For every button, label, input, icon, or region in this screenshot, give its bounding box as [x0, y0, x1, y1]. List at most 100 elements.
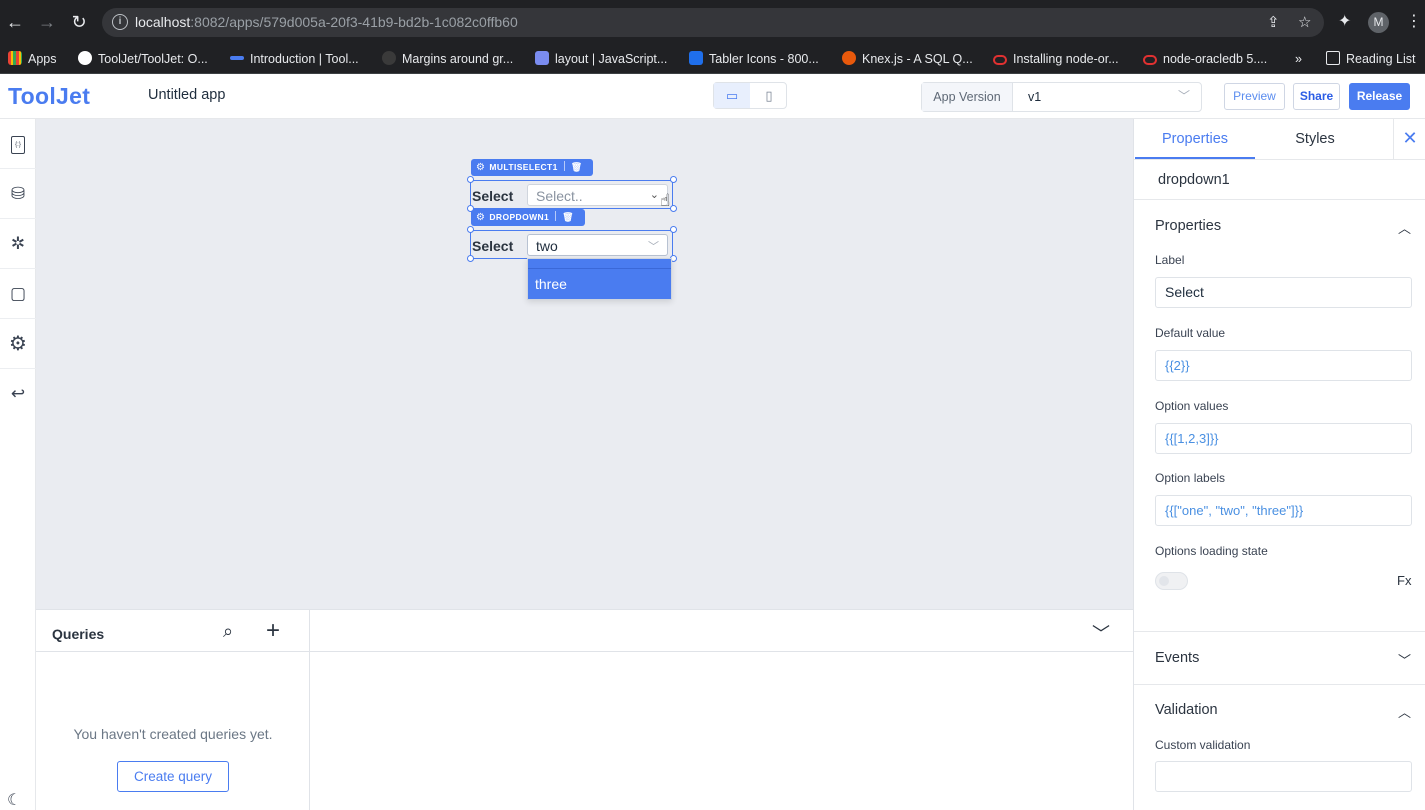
dropdown-select[interactable]: two ﹀ — [527, 234, 668, 256]
bookmark-item[interactable]: Introduction | Tool... — [230, 50, 359, 68]
loading-state-toggle[interactable] — [1155, 572, 1188, 590]
preview-button[interactable]: Preview — [1224, 83, 1285, 110]
bookmarks-bar: Apps ToolJet/ToolJet: O... Introduction … — [0, 44, 1425, 74]
component-name[interactable]: dropdown1 — [1158, 172, 1230, 188]
label-field-input[interactable]: Select — [1155, 277, 1412, 308]
dropdown-option-partial[interactable] — [528, 259, 671, 269]
chevron-down-icon[interactable]: ﹀ — [1092, 620, 1110, 646]
bookmark-apps[interactable]: Apps — [8, 50, 57, 68]
reload-icon[interactable]: ↻ — [68, 11, 90, 33]
dropdown-option[interactable]: three — [528, 269, 671, 299]
chevron-up-icon[interactable]: ︿ — [1398, 218, 1411, 237]
trash-icon[interactable]: 🗑 — [562, 212, 574, 222]
dark-mode-moon-icon[interactable]: ☾ — [7, 790, 21, 810]
multiselect-label: Select — [472, 188, 514, 204]
add-query-icon[interactable]: + — [266, 617, 280, 645]
dropdown-widget[interactable]: Select two ﹀ — [470, 230, 673, 259]
browser-menu-icon[interactable]: ⋮ — [1406, 11, 1422, 33]
apps-grid-icon — [8, 51, 22, 65]
option-labels-input[interactable]: {{["one", "two", "three"]}} — [1155, 495, 1412, 526]
tab-styles[interactable]: Styles — [1255, 119, 1375, 159]
share-page-icon[interactable]: ⇪ — [1267, 15, 1280, 31]
dropdown-menu: three — [527, 258, 672, 300]
resize-handle[interactable] — [467, 255, 474, 262]
browser-toolbar: ← → ↻ i localhost:8082/apps/579d005a-20f… — [0, 0, 1425, 44]
resize-handle[interactable] — [467, 226, 474, 233]
chevron-down-icon: ⌄ — [649, 189, 659, 201]
divider — [1134, 631, 1425, 632]
queries-panel: Queries ⌕ + You haven't created queries … — [36, 609, 1133, 810]
divider — [36, 651, 1133, 652]
chevron-up-icon[interactable]: ︿ — [1398, 702, 1411, 721]
multiselect-component-tag[interactable]: ⚙ MULTISELECT1 🗑 — [471, 159, 593, 176]
share-button[interactable]: Share — [1293, 83, 1340, 110]
database-icon[interactable]: ⛁ — [0, 169, 36, 219]
mobile-icon[interactable]: ▯ — [751, 83, 787, 108]
properties-section-title[interactable]: Properties — [1155, 218, 1221, 234]
resize-handle[interactable] — [467, 176, 474, 183]
debugger-bug-icon[interactable]: ✲ — [0, 219, 36, 269]
bookmark-item[interactable]: Installing node-or... — [993, 50, 1119, 68]
trash-icon[interactable]: 🗑 — [571, 162, 583, 172]
multiselect-input[interactable]: Select.. ⌄ — [527, 184, 668, 206]
app-name[interactable]: Untitled app — [148, 87, 225, 103]
validation-section-title[interactable]: Validation — [1155, 702, 1218, 718]
site-info-icon[interactable]: i — [112, 14, 128, 30]
toggle-knob — [1159, 576, 1169, 586]
resize-handle[interactable] — [467, 205, 474, 212]
events-section-title[interactable]: Events — [1155, 650, 1199, 666]
divider — [1134, 684, 1425, 685]
desktop-icon[interactable]: ▭ — [714, 83, 750, 108]
bookmark-favicon — [535, 51, 549, 65]
tooljet-favicon — [230, 56, 244, 60]
option-values-label: Option values — [1155, 399, 1229, 413]
resize-handle[interactable] — [670, 176, 677, 183]
multiselect-widget[interactable]: Select Select.. ⌄ — [470, 180, 673, 209]
version-selector[interactable]: App Version v1 ﹀ — [921, 82, 1202, 112]
settings-gear-icon[interactable]: ⚙ — [0, 319, 36, 369]
json-inspector-icon[interactable]: {:} — [0, 119, 36, 169]
resize-handle[interactable] — [670, 226, 677, 233]
url-text: localhost:8082/apps/579d005a-20f3-41b9-b… — [135, 14, 518, 30]
reading-list[interactable]: Reading List — [1326, 50, 1416, 68]
bookmark-item[interactable]: ToolJet/ToolJet: O... — [78, 50, 208, 68]
bookmarks-overflow[interactable]: » — [1295, 50, 1302, 68]
forward-icon[interactable]: → — [36, 11, 58, 33]
fx-button[interactable]: Fx — [1397, 573, 1411, 588]
comments-icon[interactable]: ▢ — [0, 269, 36, 319]
address-bar[interactable]: i localhost:8082/apps/579d005a-20f3-41b9… — [102, 8, 1324, 37]
github-icon — [78, 51, 92, 65]
queries-empty-text: You haven't created queries yet. — [73, 726, 273, 742]
create-query-button[interactable]: Create query — [117, 761, 229, 792]
reading-list-icon — [1326, 51, 1340, 65]
option-values-input[interactable]: {{[1,2,3]}} — [1155, 423, 1412, 454]
extensions-icon[interactable]: ✦ — [1338, 11, 1351, 33]
bookmark-item[interactable]: Tabler Icons - 800... — [689, 50, 819, 68]
search-icon[interactable]: ⌕ — [223, 621, 233, 642]
tab-properties[interactable]: Properties — [1135, 119, 1255, 159]
bookmark-favicon — [382, 51, 396, 65]
back-icon[interactable]: ← — [4, 11, 26, 33]
dropdown-component-tag[interactable]: ⚙ DROPDOWN1 🗑 — [471, 209, 585, 226]
chevron-down-icon[interactable]: ﹀ — [1398, 650, 1411, 669]
queries-title: Queries — [52, 626, 105, 642]
bookmark-item[interactable]: Knex.js - A SQL Q... — [842, 50, 973, 68]
tooljet-logo[interactable]: ToolJet — [8, 83, 90, 110]
bookmark-star-icon[interactable]: ☆ — [1298, 15, 1311, 31]
bookmark-item[interactable]: Margins around gr... — [382, 50, 513, 68]
profile-avatar[interactable]: M — [1368, 12, 1389, 33]
default-value-input[interactable]: {{2}} — [1155, 350, 1412, 381]
back-arrow-icon[interactable]: ↩ — [0, 369, 36, 419]
inspector-panel: Properties Styles ✕ dropdown1 Properties… — [1133, 119, 1425, 810]
release-button[interactable]: Release — [1349, 83, 1410, 110]
divider — [1134, 199, 1425, 200]
divider — [1134, 159, 1425, 160]
bookmark-item[interactable]: layout | JavaScript... — [535, 50, 667, 68]
close-icon[interactable]: ✕ — [1393, 119, 1425, 159]
option-labels-label: Option labels — [1155, 471, 1226, 485]
custom-validation-input[interactable] — [1155, 761, 1412, 792]
gear-icon: ⚙ — [476, 162, 486, 173]
bookmark-item[interactable]: node-oracledb 5.... — [1143, 50, 1267, 68]
resize-handle[interactable] — [670, 205, 677, 212]
default-value-label: Default value — [1155, 326, 1226, 340]
